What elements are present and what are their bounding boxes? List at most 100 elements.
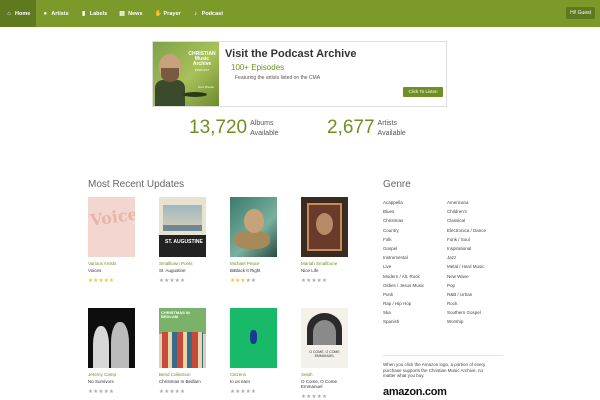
genre-list-right: Americana Children's Classical Electronica … bbox=[447, 198, 509, 327]
album-title[interactable]: BiBlack It Right bbox=[230, 268, 277, 273]
genre-link[interactable]: Acappella bbox=[383, 198, 445, 207]
album-title[interactable]: to us earn bbox=[230, 379, 277, 384]
album-artist[interactable]: Mariah Smallbone bbox=[301, 261, 348, 266]
rating-stars: ★★★★★ bbox=[301, 394, 348, 400]
album-card[interactable]: Citizens to us earn ★★★★★ bbox=[230, 308, 277, 395]
podcast-brand-sub: PODCAST bbox=[194, 68, 210, 72]
genre-link[interactable]: Spanish bbox=[383, 317, 445, 326]
album-card[interactable]: Mariah Smallbone Nice Life ★★★★★ bbox=[301, 197, 348, 284]
host-beard-shape bbox=[161, 68, 179, 82]
album-title[interactable]: Christmas In Bedlam bbox=[159, 379, 206, 384]
genre-link[interactable]: Blues bbox=[383, 207, 445, 216]
user-icon: ● bbox=[43, 10, 48, 17]
album-title[interactable]: No Survivors bbox=[88, 379, 135, 384]
genre-link[interactable]: Punk bbox=[383, 290, 445, 299]
genre-link[interactable]: Oldies / Jesus Music bbox=[383, 281, 445, 290]
album-title[interactable]: Voices bbox=[88, 268, 135, 273]
album-cover[interactable]: Voices bbox=[88, 197, 135, 257]
album-cover[interactable]: CHRISTMAS IN BEDLAM bbox=[159, 308, 206, 368]
genre-link[interactable]: Americana bbox=[447, 198, 509, 207]
genre-link[interactable]: Jazz bbox=[447, 253, 509, 262]
bird-logo-icon bbox=[183, 92, 207, 97]
home-icon: ⌂ bbox=[7, 10, 11, 17]
album-artist[interactable]: Jeremy Camp bbox=[88, 372, 135, 377]
genre-link[interactable]: Live bbox=[383, 262, 445, 271]
genre-link[interactable]: Gospel bbox=[383, 244, 445, 253]
genre-link[interactable]: Pop bbox=[447, 281, 509, 290]
guest-menu[interactable]: Hi! Guest bbox=[566, 7, 595, 19]
nav-home[interactable]: ⌂ Home bbox=[0, 0, 37, 27]
artists-stat[interactable]: 2,677 Artists Available bbox=[327, 118, 406, 138]
rating-stars: ★★★★★ bbox=[159, 278, 206, 284]
genre-link[interactable]: Metal / Hard Music bbox=[447, 262, 509, 271]
genre-list-left: Acappella Blues Christmas Country Folk Gospel… bbox=[383, 198, 445, 327]
host-body-shape bbox=[155, 80, 185, 106]
click-to-listen-button[interactable]: Click To Listen bbox=[403, 87, 443, 97]
nav-news-label: News bbox=[128, 10, 143, 17]
genre-link[interactable]: Christmas bbox=[383, 216, 445, 225]
nav-prayer[interactable]: ✋ Prayer bbox=[149, 0, 187, 27]
album-artist[interactable]: Smalltown Poets bbox=[159, 261, 206, 266]
album-cover[interactable]: ST. AUGUSTINE bbox=[159, 197, 206, 257]
amazon-text: When you click the Amazon logo, a portio… bbox=[383, 362, 486, 378]
nav-home-label: Home bbox=[15, 10, 31, 17]
genre-link[interactable]: Inspirational bbox=[447, 244, 509, 253]
genre-link[interactable]: Country bbox=[383, 226, 445, 235]
album-title[interactable]: O Come, O Come Emmanuel bbox=[301, 379, 351, 389]
genre-link[interactable]: Modern / Alt. Rock bbox=[383, 272, 445, 281]
cover-title: O COME, O COME EMMANUEL bbox=[309, 350, 340, 358]
genre-heading: Genre bbox=[383, 179, 411, 190]
album-cover[interactable] bbox=[88, 308, 135, 368]
album-cover[interactable] bbox=[301, 197, 348, 257]
album-card[interactable]: ST. AUGUSTINE Smalltown Poets St. August… bbox=[159, 197, 206, 284]
genre-link[interactable]: Funk / Soul bbox=[447, 235, 509, 244]
nav-podcast[interactable]: ♪ Podcast bbox=[187, 0, 229, 27]
hands-icon: ✋ bbox=[154, 10, 162, 17]
genre-link[interactable]: Instrumental bbox=[383, 253, 445, 262]
genre-link[interactable]: Children's bbox=[447, 207, 509, 216]
amazon-logo[interactable]: amazon.com bbox=[383, 386, 447, 398]
nav-labels[interactable]: ▮ Labels bbox=[75, 0, 113, 27]
album-card[interactable]: Voices Various Artists Voices ★★★★★ bbox=[88, 197, 135, 284]
nav-artists[interactable]: ● Artists bbox=[36, 0, 74, 27]
nav-artists-label: Artists bbox=[51, 10, 69, 17]
star-icon: ★ bbox=[179, 278, 186, 284]
album-card[interactable]: O COME, O COME EMMANUEL Selah O Come, O … bbox=[301, 308, 348, 400]
book-icon: ▮ bbox=[82, 10, 86, 17]
albums-label: Albums bbox=[250, 120, 274, 127]
genre-link[interactable]: Southern Gospel bbox=[447, 308, 509, 317]
genre-link[interactable]: R&B / Urban bbox=[447, 290, 509, 299]
rating-stars: ★★★★★ bbox=[159, 389, 206, 395]
album-card[interactable]: Jeremy Camp No Survivors ★★★★★ bbox=[88, 308, 135, 395]
genre-link[interactable]: Rock bbox=[447, 299, 509, 308]
genre-link[interactable]: Rap / Hip Hop bbox=[383, 299, 445, 308]
genre-link[interactable]: Worship bbox=[447, 317, 509, 326]
album-artist[interactable]: Bend Collection bbox=[159, 372, 206, 377]
star-icon: ★ bbox=[250, 278, 257, 284]
albums-available-label: Available bbox=[250, 130, 279, 137]
album-title[interactable]: Nice Life bbox=[301, 268, 348, 273]
genre-link[interactable]: New Wave bbox=[447, 272, 509, 281]
genre-link[interactable]: Folk bbox=[383, 235, 445, 244]
artists-label: Artists bbox=[377, 120, 397, 127]
podcast-brand: CHRISTIAN Music Archive bbox=[188, 51, 216, 67]
genre-link[interactable]: Electronica / Dance bbox=[447, 226, 509, 235]
album-artist[interactable]: Citizens bbox=[230, 372, 277, 377]
nav-prayer-label: Prayer bbox=[163, 10, 181, 17]
podcast-banner[interactable]: CHRISTIAN Music Archive PODCAST Kevin Wh… bbox=[152, 41, 447, 107]
genre-link[interactable]: Classical bbox=[447, 216, 509, 225]
album-artist[interactable]: Michael Peace bbox=[230, 261, 277, 266]
album-cover[interactable] bbox=[230, 197, 277, 257]
album-title[interactable]: St. Augustine bbox=[159, 268, 206, 273]
cover-title: CHRISTMAS IN BEDLAM bbox=[161, 310, 190, 319]
genre-link[interactable]: Ska bbox=[383, 308, 445, 317]
album-artist[interactable]: Selah bbox=[301, 372, 348, 377]
album-cover[interactable] bbox=[230, 308, 277, 368]
albums-stat[interactable]: 13,720 Albums Available bbox=[189, 118, 278, 138]
album-artist[interactable]: Various Artists bbox=[88, 261, 135, 266]
album-cover[interactable]: O COME, O COME EMMANUEL bbox=[301, 308, 348, 368]
album-card[interactable]: Michael Peace BiBlack It Right ★★★★★ bbox=[230, 197, 277, 284]
album-card[interactable]: CHRISTMAS IN BEDLAM Bend Collection Chri… bbox=[159, 308, 206, 395]
divider bbox=[383, 355, 503, 356]
nav-news[interactable]: ▤ News bbox=[113, 0, 148, 27]
